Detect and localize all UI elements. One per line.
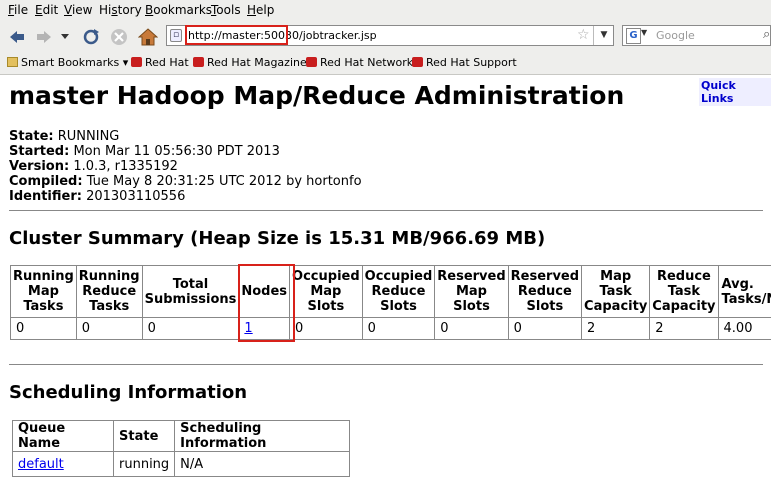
- home-icon: [138, 28, 158, 46]
- table-row: 0 0 0 1 0 0 0 0 2 2 4.00: [10, 317, 771, 340]
- search-icon[interactable]: ⌕: [763, 27, 770, 42]
- page-content: Quick Links master Hadoop Map/Reduce Adm…: [0, 75, 771, 477]
- queue-state-value: running: [112, 451, 176, 477]
- col-total-submissions: Total Submissions: [141, 265, 240, 318]
- info-identifier: Identifier: 201303110556: [9, 189, 186, 204]
- col-reserved-map-slots: Reserved Map Slots: [434, 265, 509, 318]
- search-bar[interactable]: G ▼ Google ⌕: [622, 25, 771, 46]
- col-map-task-capacity: Map Task Capacity: [581, 265, 651, 318]
- dropdown-arrow-icon: [61, 34, 69, 39]
- back-arrow-icon: [10, 31, 24, 43]
- info-state: State: RUNNING: [9, 129, 120, 144]
- occupied-map-slots-value: 0: [289, 317, 363, 340]
- col-running-map-tasks: Running Map Tasks: [10, 265, 77, 318]
- queue-name-cell: default: [12, 451, 114, 477]
- col-running-reduce-tasks: Running Reduce Tasks: [75, 265, 143, 318]
- table-header-row: Queue Name State Scheduling Information: [12, 420, 351, 452]
- table-header-row: Running Map Tasks Running Reduce Tasks T…: [10, 265, 771, 318]
- running-map-tasks-value: 0: [10, 317, 77, 340]
- queue-scheduling-info-value: N/A: [174, 451, 351, 477]
- info-version: Version: 1.0.3, r1335192: [9, 159, 178, 174]
- scheduling-info-title: Scheduling Information: [9, 382, 248, 403]
- menu-edit[interactable]: Edit: [35, 3, 58, 17]
- cluster-summary-table: Running Map Tasks Running Reduce Tasks T…: [10, 265, 771, 340]
- history-dropdown-button[interactable]: [58, 26, 72, 48]
- col-occupied-reduce-slots: Occupied Reduce Slots: [361, 265, 436, 318]
- reserved-reduce-slots-value: 0: [507, 317, 583, 340]
- col-occupied-map-slots: Occupied Map Slots: [289, 265, 363, 318]
- menu-tools[interactable]: Tools: [211, 3, 241, 17]
- home-button[interactable]: [137, 26, 159, 48]
- info-started: Started: Mon Mar 11 05:56:30 PDT 2013: [9, 144, 280, 159]
- cluster-summary-title: Cluster Summary (Heap Size is 15.31 MB/9…: [9, 228, 546, 249]
- total-submissions-value: 0: [141, 317, 240, 340]
- occupied-reduce-slots-value: 0: [361, 317, 436, 340]
- smart-bookmarks-menu[interactable]: Smart Bookmarks ▾: [7, 56, 128, 69]
- reload-icon: [83, 29, 99, 45]
- bookmark-red-hat-support[interactable]: Red Hat Support: [412, 56, 517, 69]
- col-reserved-reduce-slots: Reserved Reduce Slots: [507, 265, 583, 318]
- jobtracker-info: State: RUNNING Started: Mon Mar 11 05:56…: [9, 129, 362, 204]
- bookmark-star-icon[interactable]: ☆: [577, 27, 590, 43]
- folder-icon: [7, 57, 18, 67]
- menu-bookmarks[interactable]: Bookmarks: [145, 3, 212, 17]
- search-engine-dropdown-icon[interactable]: ▼: [641, 28, 647, 37]
- bookmarks-toolbar: Smart Bookmarks ▾ Red Hat Red Hat Magazi…: [0, 52, 771, 75]
- forward-arrow-icon: [37, 31, 51, 43]
- scheduling-info-table: Queue Name State Scheduling Information …: [12, 420, 351, 477]
- url-history-dropdown-button[interactable]: ▼: [593, 26, 614, 45]
- menu-file[interactable]: File: [8, 3, 28, 17]
- red-hat-icon: [193, 57, 204, 67]
- bookmark-red-hat[interactable]: Red Hat: [131, 56, 189, 69]
- quick-links-link[interactable]: Quick Links: [699, 78, 771, 106]
- divider: [9, 210, 763, 211]
- col-queue-name: Queue Name: [12, 420, 114, 452]
- bookmark-red-hat-magazine[interactable]: Red Hat Magazine: [193, 56, 307, 69]
- back-button[interactable]: [6, 26, 28, 48]
- menu-help[interactable]: Help: [247, 3, 274, 17]
- page-favicon-icon: ▫: [170, 29, 182, 42]
- bookmark-red-hat-network[interactable]: Red Hat Network: [306, 56, 413, 69]
- col-avg-tasks-per-node: Avg. Tasks/Node: [717, 265, 771, 318]
- col-scheduling-information: Scheduling Information: [174, 420, 351, 452]
- map-task-capacity-value: 2: [581, 317, 651, 340]
- stop-button[interactable]: [108, 26, 130, 48]
- table-row: default running N/A: [12, 451, 351, 477]
- queue-default-link[interactable]: default: [18, 457, 64, 472]
- menu-history[interactable]: History: [99, 3, 142, 17]
- avg-tasks-per-node-value: 4.00: [717, 317, 771, 340]
- col-reduce-task-capacity: Reduce Task Capacity: [649, 265, 719, 318]
- menu-bar: File Edit View History Bookmarks Tools H…: [0, 0, 771, 22]
- red-hat-icon: [306, 57, 317, 67]
- stop-icon: [111, 29, 127, 45]
- reload-button[interactable]: [80, 26, 102, 48]
- menu-view[interactable]: View: [64, 3, 92, 17]
- reserved-map-slots-value: 0: [434, 317, 509, 340]
- reduce-task-capacity-value: 2: [649, 317, 719, 340]
- divider: [9, 364, 763, 365]
- col-state: State: [112, 420, 176, 452]
- red-hat-icon: [412, 57, 423, 67]
- google-engine-icon[interactable]: G: [626, 28, 641, 44]
- nodes-highlight-box: [238, 264, 295, 342]
- running-reduce-tasks-value: 0: [75, 317, 143, 340]
- forward-button[interactable]: [33, 26, 55, 48]
- search-input[interactable]: Google: [656, 29, 695, 42]
- page-title: master Hadoop Map/Reduce Administration: [9, 81, 625, 110]
- url-port-highlight-box: [185, 25, 288, 45]
- info-compiled: Compiled: Tue May 8 20:31:25 UTC 2012 by…: [9, 174, 362, 189]
- red-hat-icon: [131, 57, 142, 67]
